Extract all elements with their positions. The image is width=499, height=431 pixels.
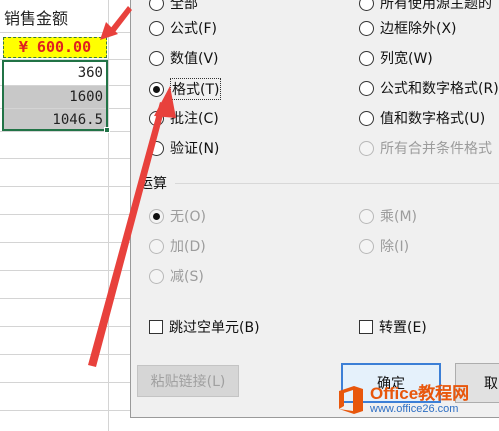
paste-option-source-theme[interactable]: 所有使用源主题的 [359, 0, 492, 13]
option-label: 列宽(W) [380, 51, 433, 67]
paste-option-formats[interactable]: 格式(T) [149, 78, 222, 100]
radio-icon [359, 238, 374, 254]
operation-add[interactable]: 加(D) [149, 236, 206, 256]
row-gridline [0, 270, 140, 271]
price-cell[interactable]: ¥ 600.00 [3, 37, 107, 58]
radio-icon [359, 80, 374, 96]
row-gridline [0, 32, 140, 33]
column-header-cell[interactable]: 销售金额 [4, 8, 68, 30]
skip-blanks-checkbox[interactable]: 跳过空单元(B) [149, 317, 260, 337]
option-label: 加(D) [170, 239, 206, 255]
option-label: 公式和数字格式(R) [380, 81, 499, 97]
radio-icon [359, 208, 374, 224]
fill-handle[interactable] [104, 127, 110, 133]
paste-special-dialog: 全部 所有使用源主题的 公式(F) 边框除外(X) 数值(V) 列宽(W) 格式… [130, 0, 499, 418]
radio-icon [149, 268, 164, 284]
row-gridline [0, 158, 140, 159]
option-label: 公式(F) [170, 21, 217, 37]
option-label: 所有合并条件格式 [380, 141, 492, 157]
paste-option-values[interactable]: 数值(V) [149, 48, 219, 68]
radio-icon [149, 0, 164, 11]
operation-subtract[interactable]: 减(S) [149, 266, 204, 286]
option-label: 验证(N) [170, 141, 220, 157]
paste-option-formulas[interactable]: 公式(F) [149, 18, 217, 38]
checkbox-icon [149, 320, 163, 334]
row-gridline [0, 186, 140, 187]
group-separator [175, 183, 499, 184]
option-label: 无(O) [170, 209, 206, 225]
radio-icon [149, 238, 164, 254]
paste-option-merge-conditional-formats[interactable]: 所有合并条件格式 [359, 138, 492, 158]
radio-icon [149, 50, 164, 66]
option-label: 除(I) [380, 239, 410, 255]
radio-icon [359, 140, 374, 156]
watermark: Office教程网 www.office26.com [336, 384, 469, 416]
paste-option-validation[interactable]: 验证(N) [149, 138, 219, 158]
row-gridline [0, 382, 140, 383]
option-label: 跳过空单元(B) [169, 320, 260, 336]
watermark-url: www.office26.com [370, 403, 459, 415]
watermark-brand: Office教程网 [370, 384, 470, 403]
option-label: 减(S) [170, 269, 204, 285]
option-label: 批注(C) [170, 111, 219, 127]
row-gridline [0, 298, 140, 299]
option-label: 转置(E) [379, 320, 427, 336]
option-label: 全部 [170, 0, 198, 12]
option-label: 值和数字格式(U) [380, 111, 486, 127]
paste-option-all-except-borders[interactable]: 边框除外(X) [359, 18, 457, 38]
paste-option-formulas-and-number-formats[interactable]: 公式和数字格式(R) [359, 78, 499, 98]
option-label: 边框除外(X) [380, 21, 457, 37]
checkbox-icon [359, 320, 373, 334]
row-gridline [0, 354, 140, 355]
operation-group-label: 运算 [139, 176, 167, 192]
radio-icon [359, 110, 374, 126]
radio-icon [359, 20, 374, 36]
radio-icon [149, 20, 164, 36]
paste-link-button[interactable]: 粘贴链接(L) [137, 365, 239, 397]
row-gridline [0, 214, 140, 215]
operation-multiply[interactable]: 乘(M) [359, 206, 417, 226]
row-gridline [0, 242, 140, 243]
operation-divide[interactable]: 除(I) [359, 236, 409, 256]
radio-icon [149, 140, 164, 156]
radio-selected-icon [149, 81, 164, 97]
option-label: 格式(T) [170, 78, 222, 100]
radio-selected-icon [149, 208, 164, 224]
spreadsheet-area: 销售金额 ¥ 600.00 360 1600 1046.5 [0, 0, 140, 431]
paste-option-comments[interactable]: 批注(C) [149, 108, 219, 128]
paste-option-column-widths[interactable]: 列宽(W) [359, 48, 433, 68]
office-logo-icon [339, 386, 363, 414]
transpose-checkbox[interactable]: 转置(E) [359, 317, 427, 337]
selection-range-border [2, 60, 108, 131]
radio-icon [149, 110, 164, 126]
row-gridline [0, 326, 140, 327]
option-label: 所有使用源主题的 [380, 0, 492, 12]
paste-option-all[interactable]: 全部 [149, 0, 198, 13]
row-gridline [0, 131, 140, 132]
option-label: 数值(V) [170, 51, 219, 67]
radio-icon [359, 0, 374, 11]
option-label: 乘(M) [380, 209, 418, 225]
radio-icon [359, 50, 374, 66]
operation-none[interactable]: 无(O) [149, 206, 206, 226]
row-gridline [0, 410, 140, 411]
paste-option-values-and-number-formats[interactable]: 值和数字格式(U) [359, 108, 485, 128]
column-gridline [108, 0, 109, 431]
